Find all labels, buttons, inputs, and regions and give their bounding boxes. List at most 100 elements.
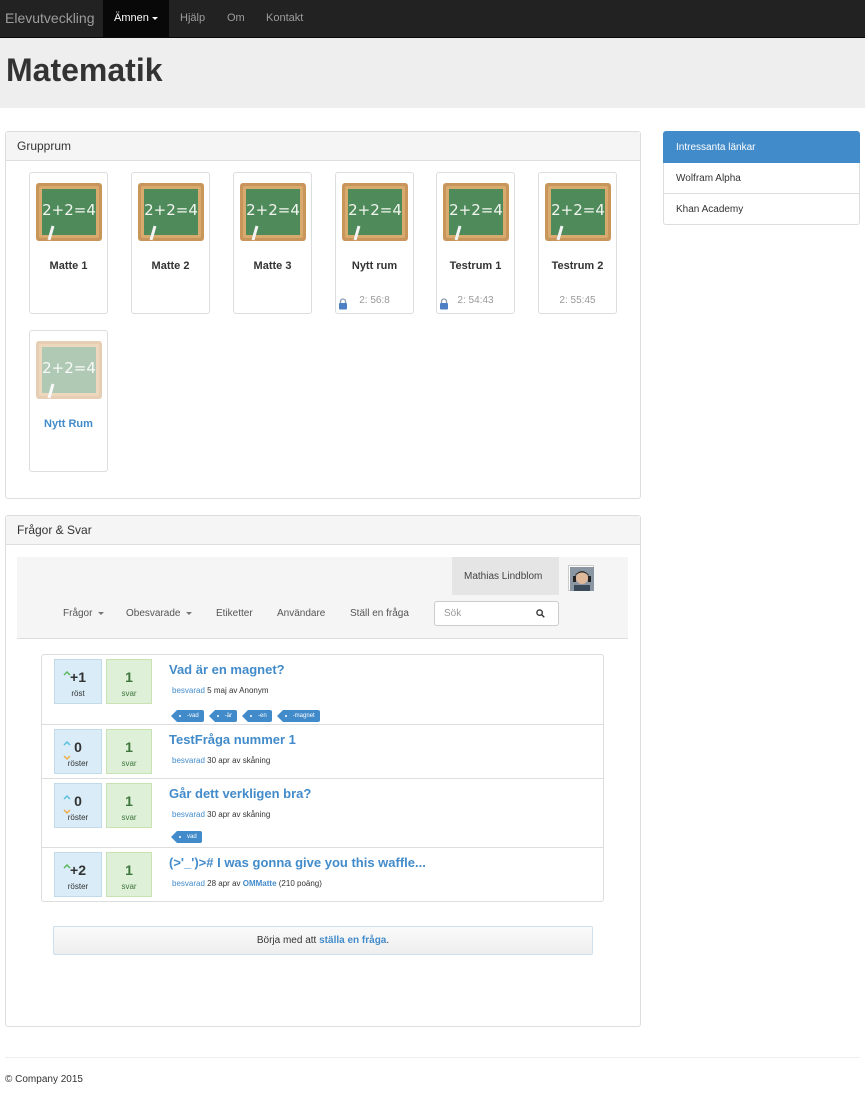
question-meta: besvarad 30 apr av skåning [172,810,270,819]
room-card[interactable]: 2+2=4 Testrum 2 2: 55:45 [538,172,617,314]
panel-heading: Grupprum [6,132,640,161]
cta-text: Börja med att [256,935,317,946]
menu-anvandare[interactable]: Användare [277,608,325,619]
room-card[interactable]: 2+2=4 Nytt Rum [29,330,108,472]
tag[interactable]: vad [171,831,202,843]
room-timer: 2: 55:45 [559,295,596,306]
question-date-author: 5 maj av Anonym [207,686,269,695]
caret-down-icon [151,16,158,20]
nav-item-hjalp[interactable]: Hjälp [180,12,205,24]
vote-label: röster [67,813,89,822]
svg-text:2+2=4: 2+2=4 [551,201,605,219]
lock-icon [440,298,448,310]
menu-etiketter[interactable]: Etiketter [216,608,253,619]
link-khan-academy[interactable]: Khan Academy [663,194,860,225]
question-date-author: 30 apr av skåning [207,810,271,819]
brand-link[interactable]: Elevutveckling [5,10,95,26]
room-card[interactable]: 2+2=4 Nytt rum 2: 56:8 [335,172,414,314]
answer-box: 1 svar [106,659,152,704]
lock-icon [339,298,347,310]
menu-label: Frågor [63,608,93,619]
vote-count: +1 [70,669,86,685]
svg-text:2+2=4: 2+2=4 [144,201,198,219]
links-list: Intressanta länkar Wolfram Alpha Khan Ac… [663,131,860,225]
links-heading: Intressanta länkar [663,131,860,163]
tag[interactable]: -magnet [276,710,320,722]
footer-divider [5,1057,860,1058]
nav-item-amnen[interactable]: Ämnen [103,0,169,38]
menu-obesvarade[interactable]: Obesvarade [126,608,193,619]
vote-box: +1 röst [54,659,102,704]
chalkboard-icon: 2+2=4 [36,341,102,399]
status-link[interactable]: besvarad [172,756,205,765]
tag[interactable]: -vad [171,710,204,722]
status-link[interactable]: besvarad [172,686,205,695]
question-row: 0 röster 1 svar Går dett verkligen bra? besva… [42,779,603,848]
nav-item-label: Ämnen [114,12,149,24]
answer-box: 1 svar [106,852,152,897]
question-title[interactable]: (>'_')># I was gonna give you this waffl… [169,855,426,870]
tag-list: -vad -är -en -magnet [171,708,331,722]
link-wolfram-alpha[interactable]: Wolfram Alpha [663,163,860,194]
svg-text:2+2=4: 2+2=4 [348,201,402,219]
svg-text:2+2=4: 2+2=4 [246,201,300,219]
vote-label: röst [71,689,85,698]
answer-label: svar [121,759,137,768]
svg-text:2+2=4: 2+2=4 [449,201,503,219]
panel-heading: Frågor & Svar [6,516,640,545]
caret-down-icon [186,611,193,615]
search-icon[interactable] [536,609,545,618]
avatar[interactable] [569,566,594,591]
question-date-author: 30 apr av skåning [207,756,271,765]
nav-item-om[interactable]: Om [227,12,245,24]
chalkboard-icon: 2+2=4 [443,183,509,241]
top-navbar: Elevutveckling Ämnen Hjälp Om Kontakt [0,0,865,38]
room-card[interactable]: 2+2=4 Matte 2 [131,172,210,314]
search-placeholder: Sök [444,608,462,619]
menu-stall-en-fraga[interactable]: Ställ en fråga [350,608,409,619]
question-row: 0 röster 1 svar TestFråga nummer 1 besvarad 3… [42,725,603,779]
nav-item-kontakt[interactable]: Kontakt [266,12,303,24]
answer-label: svar [121,813,137,822]
answer-box: 1 svar [106,783,152,828]
menu-fragor[interactable]: Frågor [63,608,105,619]
tag-list: vad [171,829,213,843]
question-row: +2 röster 1 svar (>'_')># I was gonna give y… [42,848,603,903]
room-name: Testrum 2 [551,260,604,272]
answer-count: 1 [125,793,133,809]
room-card[interactable]: 2+2=4 Testrum 1 2: 54:43 [436,172,515,314]
answer-label: svar [121,882,137,891]
vote-box: 0 röster [54,729,102,774]
author-link[interactable]: OMMatte [243,879,277,888]
ask-question-link[interactable]: ställa en fråga [319,935,386,946]
menu-label: Obesvarade [126,608,181,619]
chalkboard-icon: 2+2=4 [545,183,611,241]
room-card[interactable]: 2+2=4 Matte 3 [233,172,312,314]
page-header: Matematik [0,38,865,108]
vote-count: 0 [74,793,82,809]
status-link[interactable]: besvarad [172,810,205,819]
cta-end: . [386,935,390,946]
answer-label: svar [121,689,137,698]
status-link[interactable]: besvarad [172,879,205,888]
svg-text:2+2=4: 2+2=4 [42,359,96,377]
room-name: Matte 1 [49,260,88,272]
question-title[interactable]: Vad är en magnet? [169,662,285,677]
room-name: Testrum 1 [449,260,502,272]
question-title[interactable]: Går dett verkligen bra? [169,786,311,801]
room-name: Nytt rum [351,260,398,272]
vote-box: +2 röster [54,852,102,897]
tag[interactable]: -är [208,710,238,722]
room-card[interactable]: 2+2=4 Matte 1 [29,172,108,314]
user-menu[interactable]: Mathias Lindblom [452,557,559,595]
search-input[interactable]: Sök [434,601,559,626]
answer-count: 1 [125,669,133,685]
tag[interactable]: -en [242,710,272,722]
question-row: +1 röst 1 svar Vad är en magnet? besvarad 5 m… [42,655,603,725]
question-title[interactable]: TestFråga nummer 1 [169,732,296,747]
question-meta: besvarad 5 maj av Anonym [172,686,269,695]
footer-copyright: © Company 2015 [5,1074,83,1085]
page-title: Matematik [6,52,163,88]
vote-count: 0 [74,739,82,755]
vote-count: +2 [70,862,86,878]
